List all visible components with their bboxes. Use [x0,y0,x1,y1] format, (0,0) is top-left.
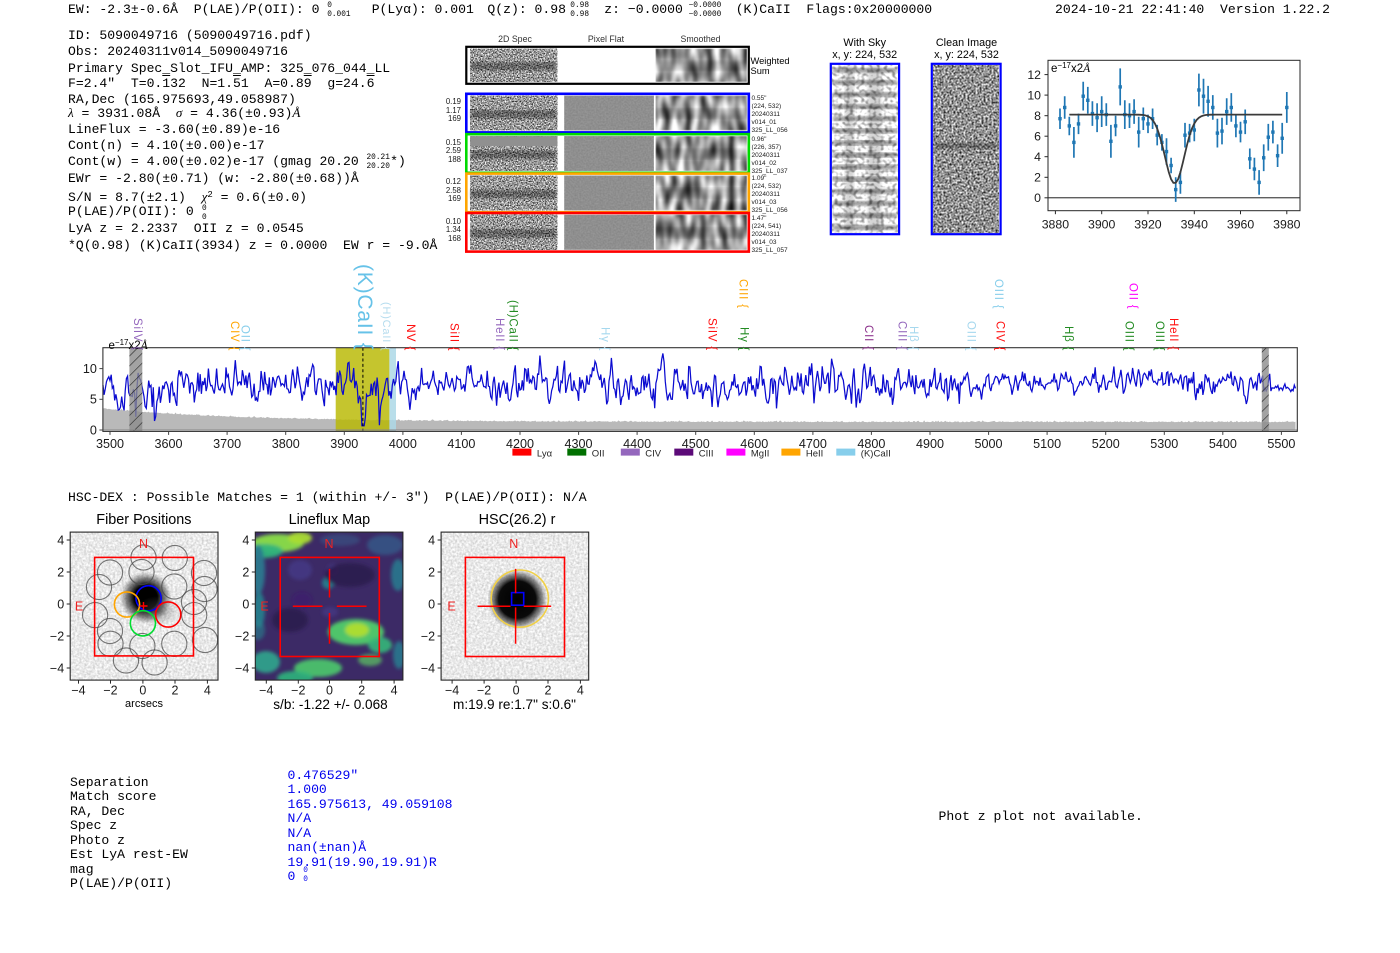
svg-text:4900: 4900 [916,437,944,451]
svg-text:2: 2 [358,684,365,698]
svg-text:4: 4 [577,684,584,698]
svg-text:3980: 3980 [1273,217,1301,231]
svg-text:2: 2 [57,565,64,579]
svg-text:5300: 5300 [1150,437,1178,451]
svg-text:−2: −2 [477,684,491,698]
svg-text:0: 0 [139,684,146,698]
svg-text:N: N [509,537,518,551]
svg-text:2: 2 [242,565,249,579]
svg-text:4: 4 [1034,150,1041,164]
svg-text:−4: −4 [421,661,435,675]
svg-text:12: 12 [1027,68,1041,82]
svg-text:2: 2 [172,684,179,698]
svg-text:CIII: CIII [699,448,714,459]
svg-text:5500: 5500 [1267,437,1295,451]
svg-text:3900: 3900 [1088,217,1116,231]
svg-text:0: 0 [513,684,520,698]
svg-text:(K)CaII: (K)CaII [861,448,891,459]
svg-text:4100: 4100 [447,437,475,451]
svg-text:10: 10 [83,362,97,376]
svg-text:2: 2 [1034,171,1041,185]
svg-text:3920: 3920 [1134,217,1162,231]
svg-text:N: N [324,537,333,551]
svg-text:E: E [447,600,455,614]
svg-text:4: 4 [57,533,64,547]
svg-text:5: 5 [90,393,97,407]
svg-text:4000: 4000 [389,437,417,451]
svg-text:3880: 3880 [1042,217,1070,231]
svg-text:−4: −4 [50,661,64,675]
svg-text:−2: −2 [291,684,305,698]
svg-text:CIV: CIV [645,448,662,459]
svg-text:3940: 3940 [1181,217,1209,231]
svg-text:4: 4 [204,684,211,698]
svg-text:HeII: HeII [806,448,823,459]
svg-text:8: 8 [1034,109,1041,123]
svg-text:0: 0 [1034,191,1041,205]
svg-text:3500: 3500 [96,437,124,451]
svg-text:MgII: MgII [751,448,769,459]
svg-text:OII: OII [592,448,605,459]
svg-text:4: 4 [428,533,435,547]
svg-text:E: E [75,600,83,614]
svg-text:0: 0 [90,423,97,437]
svg-text:5100: 5100 [1033,437,1061,451]
svg-text:0: 0 [326,684,333,698]
svg-text:−2: −2 [50,629,64,643]
svg-text:5400: 5400 [1209,437,1237,451]
svg-text:10: 10 [1027,88,1041,102]
svg-text:−4: −4 [259,684,273,698]
svg-text:−2: −2 [421,629,435,643]
svg-text:3900: 3900 [330,437,358,451]
svg-text:6: 6 [1034,129,1041,143]
svg-text:N: N [139,537,148,551]
svg-text:3800: 3800 [272,437,300,451]
svg-text:4: 4 [242,533,249,547]
svg-text:5200: 5200 [1092,437,1120,451]
svg-text:−4: −4 [235,661,249,675]
svg-text:−2: −2 [235,629,249,643]
svg-text:3600: 3600 [155,437,183,451]
svg-text:2: 2 [428,565,435,579]
svg-text:0: 0 [428,597,435,611]
svg-text:5000: 5000 [975,437,1003,451]
svg-text:0: 0 [57,597,64,611]
svg-text:Lyα: Lyα [537,448,553,459]
svg-text:−4: −4 [445,684,459,698]
svg-text:−4: −4 [71,684,85,698]
svg-text:−2: −2 [103,684,117,698]
svg-text:3700: 3700 [213,437,241,451]
svg-text:E: E [260,600,268,614]
svg-text:2: 2 [545,684,552,698]
svg-text:4: 4 [391,684,398,698]
svg-text:3960: 3960 [1227,217,1255,231]
svg-text:0: 0 [242,597,249,611]
